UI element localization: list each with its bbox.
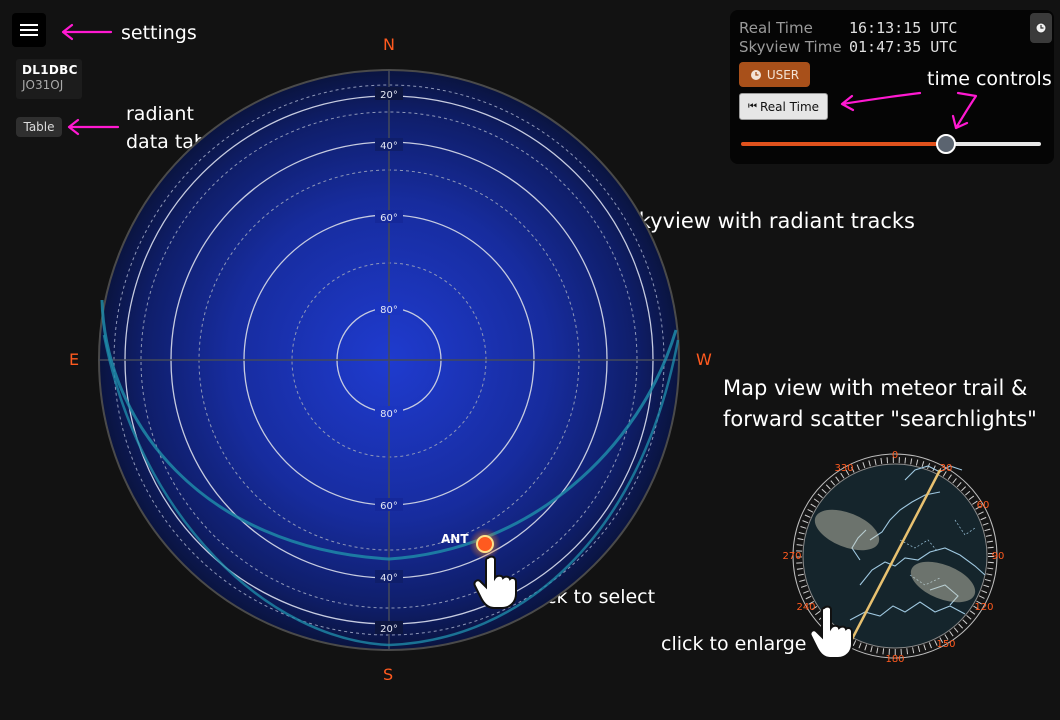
azimuth-label: 150 [936,639,955,650]
elevation-label: 40° [380,141,398,152]
azimuth-label: 330 [834,463,853,474]
azimuth-label: 60 [977,500,990,511]
azimuth-label: 180 [885,654,904,665]
azimuth-label: 270 [782,551,801,562]
skyview-canvas[interactable]: ANT 20° 40° 60° 80° 80° 60° 40° 20° 0 30… [0,0,1060,720]
azimuth-label: 90 [992,551,1005,562]
elevation-label: 80° [380,305,398,316]
azimuth-label: 120 [974,602,993,613]
azimuth-label: 240 [796,602,815,613]
azimuth-label: 0 [892,450,898,461]
elevation-label: 60° [380,213,398,224]
azimuth-label: 30 [940,463,953,474]
radiant-label: ANT [441,532,469,546]
radiant-marker-ant[interactable] [476,535,494,553]
elevation-label: 80° [380,409,398,420]
elevation-label: 40° [380,573,398,584]
elevation-label: 20° [380,90,398,101]
elevation-label: 20° [380,624,398,635]
elevation-label: 60° [380,501,398,512]
